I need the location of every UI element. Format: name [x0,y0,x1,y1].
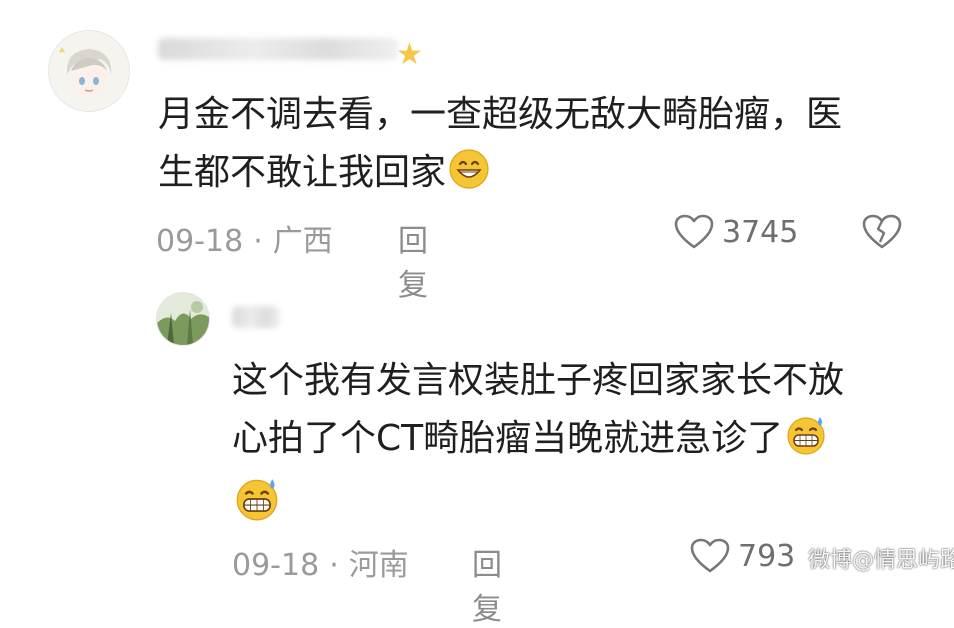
user-avatar[interactable] [156,292,210,346]
comment-text-line-2: 心拍了个CT畸胎瘤当晚就进急诊了 [232,410,844,468]
heart-icon [674,214,714,249]
anime-avatar-icon [49,31,129,111]
username-blurred[interactable] [232,306,280,328]
comment-date: 09-18 [232,548,320,583]
comment-meta: 09-18 · 河南 [232,540,409,584]
grinning-sweat-face-icon [787,417,825,455]
user-avatar[interactable] [48,30,130,112]
like-count: 793 [738,538,796,574]
dislike-button[interactable] [862,214,902,254]
heart-icon [690,538,730,573]
comment-location: 河南 [348,548,409,583]
comment-location: 广西 [272,224,333,259]
comment-text-line-2: 生都不敢让我回家 [158,144,842,202]
meta-separator: · [329,548,339,583]
star-icon: ★ [396,37,423,72]
comment-text-line-1: 月金不调去看，一查超级无敌大畸胎瘤，医 [158,94,843,135]
reply-button[interactable]: 回复 [472,540,502,628]
comment-text: 这个我有发言权装肚子疼回家家长不放 心拍了个CT畸胎瘤当晚就进急诊了 [232,352,844,468]
username-blurred[interactable] [158,38,398,60]
grinning-sweat-face-icon [236,479,278,521]
comment-text: 月金不调去看，一查超级无敌大畸胎瘤，医 生都不敢让我回家 [158,86,842,202]
grinning-face-icon [449,149,489,189]
comment-text-line-2-content: 生都不敢让我回家 [158,152,447,193]
comment-meta: 09-18 · 广西 [156,216,333,260]
meta-separator: · [253,224,263,259]
like-count: 3745 [722,214,799,250]
comment-date: 09-18 [156,224,244,259]
comment-text-line-2-content: 心拍了个CT畸胎瘤当晚就进急诊了 [232,418,784,459]
reply-button[interactable]: 回复 [398,216,428,304]
broken-heart-icon [862,214,902,249]
like-button[interactable]: 793 [690,538,795,574]
comment-text-line-1: 这个我有发言权装肚子疼回家家长不放 [232,360,845,401]
like-button[interactable]: 3745 [674,214,798,250]
weibo-watermark: 微博@情思屿路 [808,548,954,573]
nature-avatar-icon [157,293,209,345]
